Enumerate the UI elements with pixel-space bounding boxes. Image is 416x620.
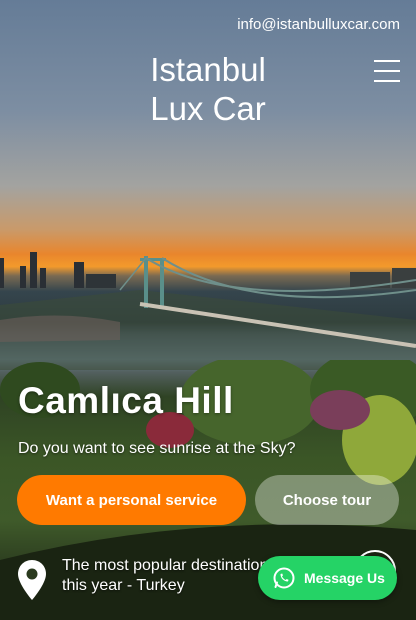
bosphorus-bridge (0, 256, 416, 370)
hero-section: info@istanbulluxcar.com Istanbul Lux Car… (0, 0, 416, 620)
contact-email[interactable]: info@istanbulluxcar.com (237, 16, 400, 33)
destination-line-2: this year - Turkey (62, 577, 185, 594)
brand-logo[interactable]: Istanbul Lux Car (128, 50, 288, 128)
popular-destination-text: The most popular destination this year -… (62, 556, 282, 596)
brand-line-1: Istanbul (150, 51, 266, 88)
hamburger-menu-icon[interactable] (374, 60, 400, 84)
whatsapp-icon (273, 567, 295, 589)
hero-title: Camlıca Hill (18, 380, 234, 421)
brand-line-2: Lux Car (150, 90, 266, 127)
menu-bar-middle (374, 70, 400, 72)
destination-line-1: The most popular destination (62, 557, 269, 574)
whatsapp-message-button[interactable]: Message Us (258, 556, 397, 600)
location-pin-icon (18, 560, 46, 600)
choose-tour-button[interactable]: Choose tour (255, 475, 399, 525)
menu-bar-bottom (374, 80, 400, 82)
personal-service-button[interactable]: Want a personal service (17, 475, 246, 525)
hero-subtitle: Do you want to see sunrise at the Sky? (18, 440, 296, 457)
whatsapp-label: Message Us (304, 570, 385, 586)
menu-bar-top (374, 60, 400, 62)
